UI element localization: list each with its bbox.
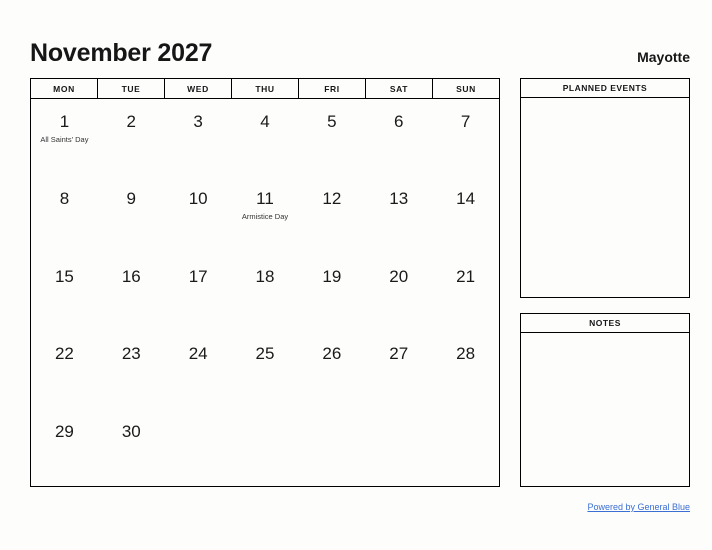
day-number: 30 xyxy=(121,421,141,441)
day-number: 16 xyxy=(121,266,141,286)
planned-events-body[interactable] xyxy=(521,98,689,297)
day-cell-empty xyxy=(165,409,232,486)
day-cell[interactable]: 28 xyxy=(432,331,499,408)
day-number: 27 xyxy=(389,344,409,364)
day-number: 4 xyxy=(260,112,270,131)
day-cell[interactable]: 26 xyxy=(298,331,365,408)
page-title: November 2027 xyxy=(30,39,213,67)
day-number: 9 xyxy=(126,189,137,209)
notes-title: NOTES xyxy=(521,314,689,333)
day-cell[interactable]: 27 xyxy=(365,331,432,408)
day-number: 25 xyxy=(255,344,275,364)
day-number: 20 xyxy=(389,266,409,286)
day-cell[interactable]: 15 xyxy=(31,254,98,331)
day-cell[interactable]: 7 xyxy=(432,99,499,176)
day-number: 7 xyxy=(460,112,471,131)
day-header-sun: SUN xyxy=(456,83,476,94)
day-number: 13 xyxy=(389,189,409,209)
page-header: November 2027 Mayotte xyxy=(30,32,690,66)
day-event-label: Armistice Day xyxy=(241,212,289,222)
day-cell[interactable]: 16 xyxy=(98,254,165,331)
notes-body[interactable] xyxy=(521,333,689,486)
day-cell[interactable]: 17 xyxy=(165,254,232,331)
day-number: 17 xyxy=(188,266,208,286)
week-row: 8 9 10 11 Armistice Day 12 13 14 xyxy=(31,176,499,253)
calendar-page: November 2027 Mayotte MON TUE WED THU FR… xyxy=(0,0,712,550)
day-cell[interactable]: 30 xyxy=(98,409,165,486)
day-header-sat: SAT xyxy=(366,79,433,98)
calendar-grid: MON TUE WED THU FRI SAT SUN 1 All Saints… xyxy=(30,78,500,487)
day-header-tue: TUE xyxy=(98,79,165,98)
day-number: 12 xyxy=(322,189,342,209)
day-cell[interactable]: 19 xyxy=(298,254,365,331)
notes-panel: NOTES xyxy=(520,313,690,487)
day-number: 5 xyxy=(327,112,337,131)
day-cell[interactable]: 8 xyxy=(31,176,98,253)
day-cell-empty xyxy=(232,409,299,486)
day-of-week-header-row: MON TUE WED THU FRI SAT SUN xyxy=(31,79,499,99)
week-row: 22 23 24 25 26 27 28 xyxy=(31,331,499,408)
week-row: 15 16 17 18 19 20 21 xyxy=(31,254,499,331)
day-header-fri: FRI xyxy=(299,79,366,98)
day-number: 10 xyxy=(188,189,208,209)
day-cell[interactable]: 3 xyxy=(165,99,232,176)
day-number: 15 xyxy=(54,266,74,286)
planned-events-panel: PLANNED EVENTS xyxy=(520,78,690,298)
day-event-label: All Saints' Day xyxy=(40,135,89,144)
day-number: 6 xyxy=(393,112,404,131)
day-cell[interactable]: 18 xyxy=(232,254,299,331)
powered-by-link[interactable]: Powered by General Blue xyxy=(587,502,690,512)
day-number: 8 xyxy=(59,189,70,209)
day-cell[interactable]: 9 xyxy=(98,176,165,253)
planned-events-title: PLANNED EVENTS xyxy=(521,79,689,98)
day-number: 1 xyxy=(59,112,70,131)
day-number: 11 xyxy=(256,189,274,209)
day-cell[interactable]: 21 xyxy=(432,254,499,331)
day-number: 23 xyxy=(121,344,141,364)
day-number: 22 xyxy=(54,344,74,364)
day-number: 3 xyxy=(193,112,203,131)
day-number: 19 xyxy=(322,266,342,286)
day-cell[interactable]: 14 xyxy=(432,176,499,253)
day-number: 14 xyxy=(456,189,476,209)
day-cell[interactable]: 25 xyxy=(232,331,299,408)
week-row: 1 All Saints' Day 2 3 4 5 6 7 xyxy=(31,99,499,176)
day-cell-empty xyxy=(432,409,499,486)
day-cell[interactable]: 23 xyxy=(98,331,165,408)
week-row: 29 30 xyxy=(31,409,499,486)
day-cell[interactable]: 6 xyxy=(365,99,432,176)
day-cell[interactable]: 22 xyxy=(31,331,98,408)
day-header-mon: MON xyxy=(31,79,98,98)
day-cell[interactable]: 12 xyxy=(298,176,365,253)
day-cell[interactable]: 24 xyxy=(165,331,232,408)
day-cell-empty xyxy=(298,409,365,486)
day-number: 24 xyxy=(188,344,208,364)
day-cell[interactable]: 29 xyxy=(31,409,98,486)
region-label: Mayotte xyxy=(637,49,690,65)
day-number: 29 xyxy=(54,421,74,441)
day-header-wed: WED xyxy=(165,79,232,98)
day-header-thu: THU xyxy=(232,79,299,98)
day-cell[interactable]: 11 Armistice Day xyxy=(232,176,299,253)
day-cell[interactable]: 20 xyxy=(365,254,432,331)
day-cell-empty xyxy=(365,409,432,486)
day-number: 26 xyxy=(322,344,342,364)
day-number: 18 xyxy=(255,266,275,286)
day-cell[interactable]: 10 xyxy=(165,176,232,253)
day-number: 2 xyxy=(126,112,137,131)
day-cell[interactable]: 4 xyxy=(232,99,299,176)
day-number: 28 xyxy=(456,344,476,364)
calendar-weeks: 1 All Saints' Day 2 3 4 5 6 7 8 9 10 11 … xyxy=(31,99,499,486)
day-cell[interactable]: 5 xyxy=(298,99,365,176)
day-cell[interactable]: 2 xyxy=(98,99,165,176)
day-number: 21 xyxy=(456,266,476,286)
day-cell[interactable]: 13 xyxy=(365,176,432,253)
day-cell[interactable]: 1 All Saints' Day xyxy=(31,99,98,176)
page-footer: Powered by General Blue xyxy=(520,497,690,515)
